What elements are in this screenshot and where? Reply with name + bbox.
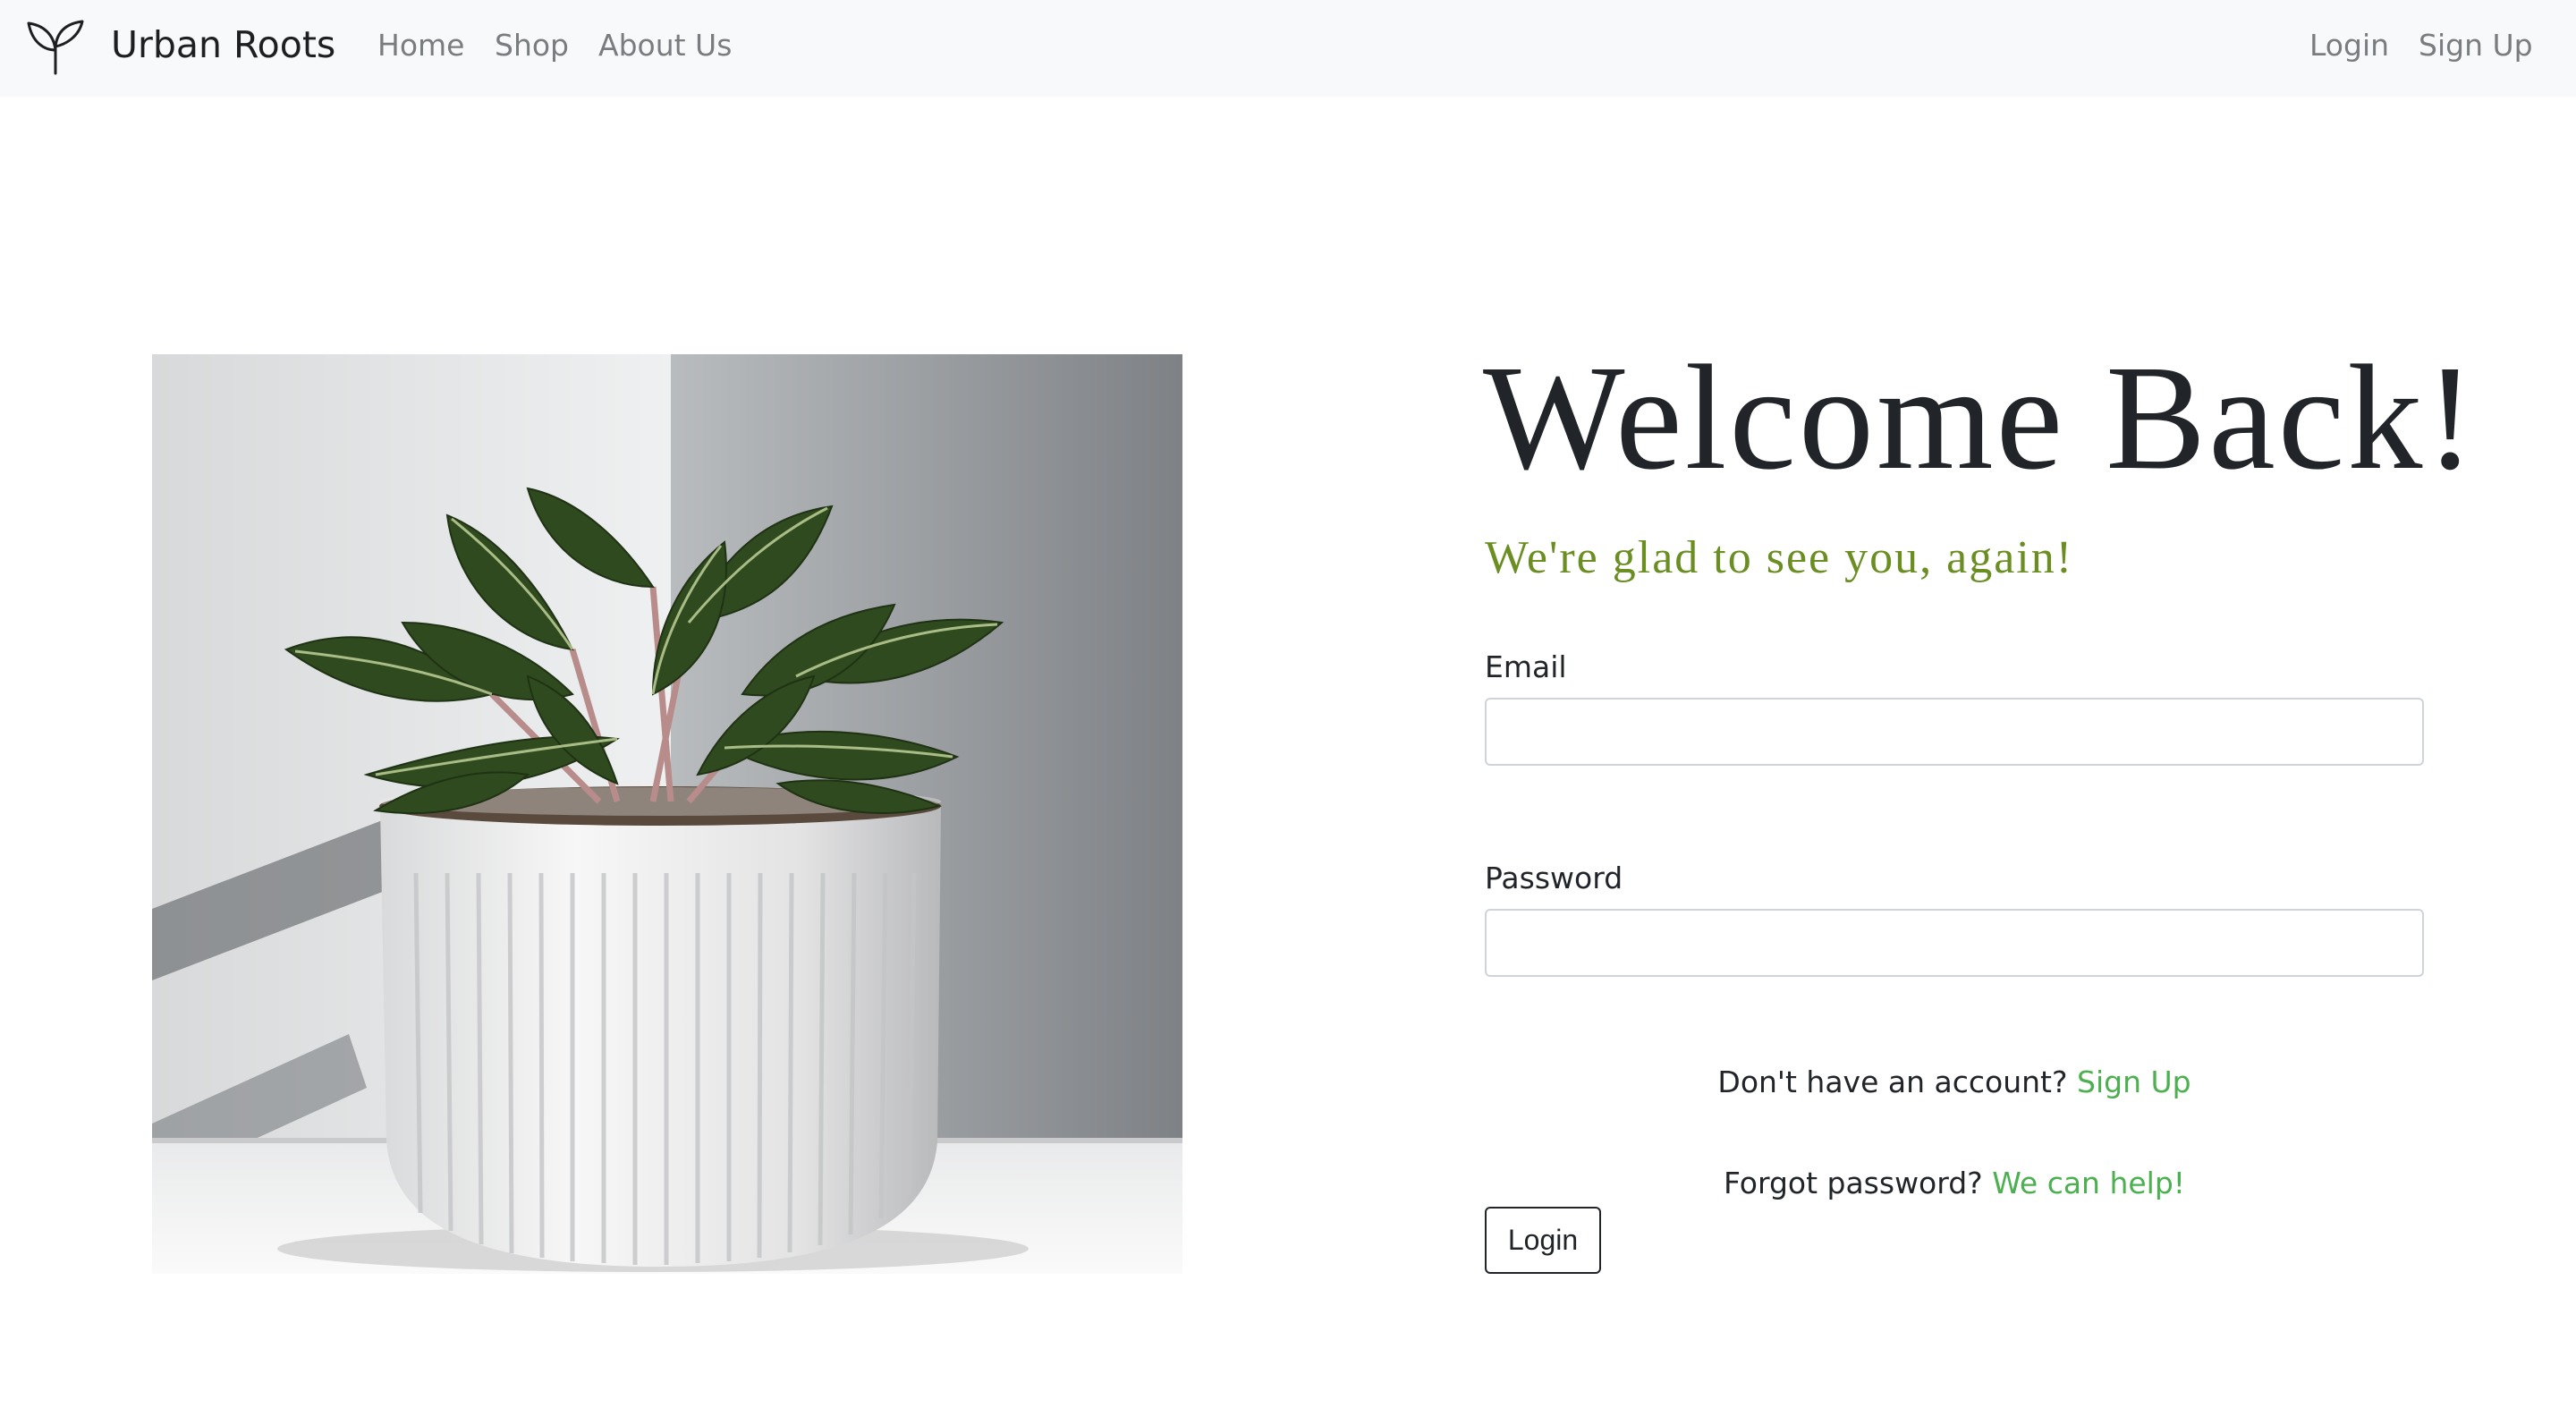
password-label: Password: [1485, 861, 1623, 895]
email-field[interactable]: [1485, 698, 2424, 766]
page-title: Welcome Back!: [1483, 335, 2479, 501]
forgot-password-text: Forgot password?: [1723, 1166, 1983, 1200]
nav-link-shop[interactable]: Shop: [495, 26, 569, 65]
nav-link-home[interactable]: Home: [377, 26, 464, 65]
sprout-icon[interactable]: [25, 16, 86, 77]
signup-prompt-text: Don't have an account?: [1717, 1064, 2068, 1099]
page-subtitle: We're glad to see you, again!: [1485, 532, 2074, 583]
potted-plant-photo: [152, 354, 1182, 1274]
nav-link-login[interactable]: Login: [2309, 26, 2389, 65]
password-field[interactable]: [1485, 909, 2424, 977]
forgot-password-link[interactable]: We can help!: [1992, 1166, 2185, 1200]
nav-link-about-us[interactable]: About Us: [598, 26, 732, 65]
forgot-password-line: Forgot password? We can help!: [1485, 1164, 2424, 1203]
signup-prompt-line: Don't have an account? Sign Up: [1485, 1063, 2424, 1102]
nav-link-sign-up[interactable]: Sign Up: [2419, 26, 2533, 65]
login-button[interactable]: Login: [1485, 1207, 1601, 1274]
signup-link[interactable]: Sign Up: [2077, 1064, 2191, 1099]
top-navbar: Urban Roots Home Shop About Us Login Sig…: [0, 0, 2576, 97]
email-label: Email: [1485, 649, 1567, 684]
brand-name[interactable]: Urban Roots: [111, 21, 335, 68]
